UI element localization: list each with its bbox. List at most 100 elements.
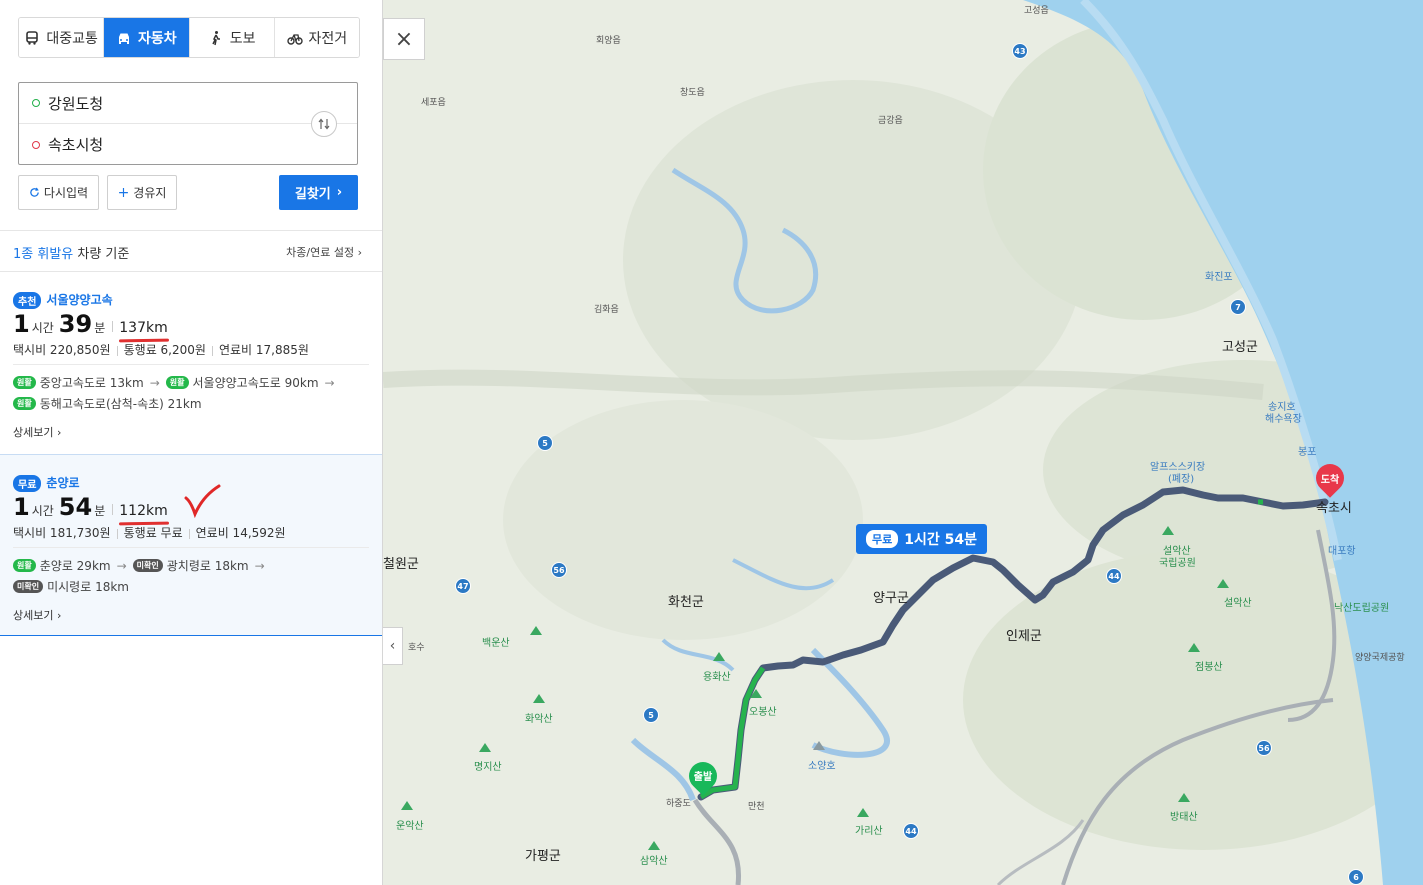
transport-mode-tabs: 대중교통 자동차 도보 자전거 [18, 17, 360, 58]
hours-value: 1 [13, 493, 30, 521]
route-costs: 택시비 220,850원 통행료 6,200원 연료비 17,885원 [13, 341, 309, 358]
free-badge: 무료 [866, 530, 899, 548]
taxi-fare: 택시비 181,730원 [13, 526, 111, 540]
end-marker-label: 도착 [1320, 475, 1340, 486]
route-title: 무료 춘양로 [13, 474, 80, 492]
arrow-right-icon: → [149, 375, 160, 390]
map-place-label: 방태산 [1170, 812, 1198, 823]
tab-walk[interactable]: 도보 [189, 18, 275, 57]
route-time: 1 시간 54 분 112km [13, 493, 170, 526]
origin-field[interactable]: 강원도청 [19, 83, 357, 124]
map-place-label: 국립공원 [1159, 558, 1196, 569]
map-place-label: 철원군 [383, 557, 419, 572]
map-place-label: 설악산 [1224, 598, 1252, 609]
road-shield-icon: 47 [455, 578, 471, 594]
details-label: 상세보기 [13, 426, 54, 439]
road-segment: 중앙고속도로 13km [39, 376, 144, 390]
bicycle-icon [286, 33, 303, 45]
road-segment: 동해고속도로(삼척-속초) 21km [39, 397, 202, 411]
refresh-icon [30, 187, 39, 197]
map-place-label: 점봉산 [1195, 662, 1223, 673]
tab-transit[interactable]: 대중교통 [19, 18, 105, 57]
map-place-label: 만천 [748, 802, 765, 812]
map-place-label: 김화읍 [594, 305, 619, 315]
walk-icon [212, 30, 220, 45]
map-place-label: 가평군 [525, 849, 561, 864]
route-distance: 137km [119, 320, 170, 343]
route-time-label[interactable]: 무료 1시간 54분 [856, 524, 987, 554]
traffic-badge: 원활 [165, 376, 189, 389]
reset-button[interactable]: 다시입력 [18, 175, 99, 210]
separator [112, 321, 114, 332]
route-name: 춘양로 [46, 476, 80, 490]
map-place-label: 호수 [408, 643, 425, 653]
destination-field[interactable]: 속초시청 [19, 124, 309, 165]
swap-route-button[interactable] [311, 111, 337, 137]
red-checkmark-annotation [184, 484, 221, 518]
separator [112, 504, 114, 515]
road-segments-line2: 원활 동해고속도로(삼척-속초) 21km [13, 395, 202, 412]
destination-dot-icon [32, 140, 40, 149]
map-place-label: 인제군 [1006, 629, 1042, 644]
tab-label: 대중교통 [46, 30, 98, 47]
route-option-2[interactable]: 무료 춘양로 1 시간 54 분 112km 택시비 181,730원 통행료 무료… [0, 454, 382, 636]
chevron-left-icon: ‹ [389, 638, 396, 654]
map-view[interactable]: 고성읍 회양읍 세포읍 창도읍 금강읍 김화읍 화진포 고성군 송지호 해수욕장 알프스스키장 (폐장… [383, 0, 1423, 885]
details-link[interactable]: 상세보기 › [13, 424, 61, 440]
tab-car[interactable]: 자동차 [104, 18, 190, 57]
road-segments-line1: 원활 중앙고속도로 13km → 원활 서울양양고속도로 90km → [13, 374, 337, 391]
map-place-label: 화진포 [1205, 272, 1233, 283]
hours-unit: 시간 [31, 321, 54, 335]
minutes-value: 39 [58, 310, 93, 338]
traffic-badge: 원활 [13, 376, 36, 389]
divider [0, 230, 382, 231]
add-waypoint-button[interactable]: + 경유지 [107, 175, 177, 210]
route-time: 1 시간 39 분 137km [13, 310, 170, 343]
road-segments-line2: 미확인 미시령로 18km [13, 578, 129, 595]
minutes-unit: 분 [94, 321, 106, 335]
recommend-badge: 추천 [13, 292, 42, 309]
vehicle-settings-label: 차종/연료 설정 [286, 246, 355, 259]
road-shield-icon: 44 [903, 823, 919, 839]
bus-icon [26, 30, 39, 45]
vehicle-settings-link[interactable]: 차종/연료 설정 › [286, 244, 362, 260]
waypoint-label: 경유지 [133, 186, 167, 200]
start-marker-label: 출발 [693, 772, 713, 783]
close-icon: × [394, 26, 414, 52]
find-route-button[interactable]: 길찾기 › [279, 175, 358, 210]
road-shield-icon: 5 [643, 707, 659, 723]
collapse-panel-button[interactable]: ‹ [383, 627, 403, 665]
road-shield-icon: 56 [1256, 740, 1272, 756]
taxi-fare: 택시비 220,850원 [13, 343, 111, 357]
free-badge: 무료 [13, 475, 42, 492]
route-title: 추천 서울양양고속 [13, 291, 113, 309]
traffic-badge: 원활 [13, 397, 36, 410]
map-place-label: 가리산 [855, 826, 883, 837]
distance-value: 137km [119, 320, 168, 336]
details-link[interactable]: 상세보기 › [13, 607, 61, 623]
road-shield-icon: 43 [1012, 43, 1028, 59]
tab-bicycle[interactable]: 자전거 [274, 18, 359, 57]
close-button[interactable]: × [383, 18, 425, 60]
map-place-label: 삼악산 [640, 856, 668, 867]
fuel-cost: 연료비 17,885원 [218, 343, 309, 357]
route-option-1[interactable]: 추천 서울양양고속 1 시간 39 분 137km 택시비 220,850원 통행료… [0, 272, 382, 453]
map-place-label: 세포읍 [421, 98, 446, 108]
road-segments-line1: 원활 춘양로 29km → 미확인 광치령로 18km → [13, 557, 267, 574]
road-segment: 광치령로 18km [166, 559, 249, 573]
map-place-label: 회양읍 [596, 36, 621, 46]
road-shield-icon: 7 [1230, 299, 1246, 315]
map-place-label: 금강읍 [878, 116, 903, 126]
plus-icon: + [117, 184, 130, 201]
road-segment: 서울양양고속도로 90km [192, 376, 319, 390]
route-costs: 택시비 181,730원 통행료 무료 연료비 14,592원 [13, 524, 286, 541]
reset-label: 다시입력 [43, 186, 89, 200]
traffic-badge: 원활 [13, 559, 36, 572]
map-place-label: 해수욕장 [1265, 414, 1302, 425]
divider [13, 547, 369, 548]
map-place-label: 화악산 [525, 714, 553, 725]
swap-arrows-icon [318, 118, 330, 130]
tab-label: 자전거 [308, 30, 348, 47]
road-segment: 춘양로 29km [39, 559, 111, 573]
road-shield-icon: 5 [537, 435, 553, 451]
